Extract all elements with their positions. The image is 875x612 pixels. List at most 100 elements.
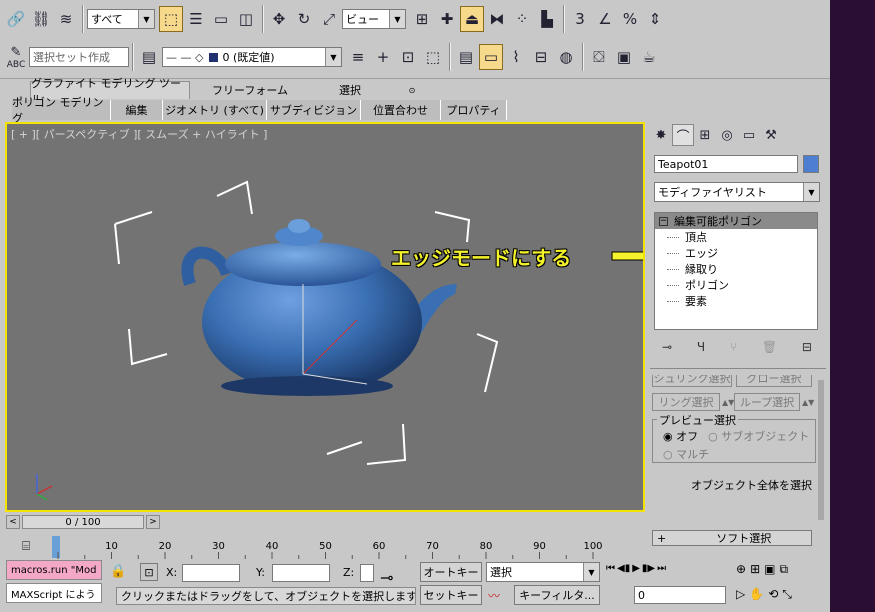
z-coordinate-field[interactable] [360, 564, 374, 582]
scene-explorer-icon[interactable]: ▤ [454, 44, 478, 70]
selection-filter-dropdown[interactable]: すべて ▼ [87, 9, 155, 29]
previous-key-icon[interactable]: ◀▮ [617, 563, 630, 574]
hierarchy-tab-icon[interactable]: ⊞ [694, 124, 716, 146]
ring-button[interactable]: リング選択 [652, 393, 720, 411]
align-icon[interactable]: ⁘ [510, 6, 534, 32]
select-object-icon[interactable]: ⬚ [159, 6, 183, 32]
absolute-mode-icon[interactable]: ⊡ [140, 563, 158, 581]
mirror-icon[interactable]: ⧓ [485, 6, 509, 32]
x-coordinate-field[interactable] [182, 564, 240, 582]
reference-coord-dropdown[interactable]: ビュー ▼ [342, 9, 406, 29]
auto-key-button[interactable]: オートキー [420, 562, 482, 582]
create-tab-icon[interactable]: ✸ [650, 124, 672, 146]
play-icon[interactable]: ▶ [632, 563, 640, 574]
tab-selection[interactable]: 選択 [320, 81, 380, 99]
link-icon[interactable]: 🔗 [4, 6, 28, 32]
layer-icon[interactable]: ▤ [137, 44, 161, 70]
key-filters-button[interactable]: キーフィルタ... [514, 585, 600, 605]
panel-subdivision[interactable]: サブディビジョン [267, 100, 361, 120]
keyboard-shortcut-override-icon[interactable]: ⏏ [460, 6, 484, 32]
configure-modifier-sets-icon[interactable]: ⊟ [802, 340, 812, 354]
zoom-all-icon[interactable]: ⊞ [750, 562, 760, 577]
remove-modifier-icon[interactable]: 🗑 [762, 340, 777, 354]
zoom-extents-icon[interactable]: ▣ [764, 562, 775, 577]
render-setup-icon[interactable]: ⛋ [587, 44, 611, 70]
percent-snap-icon[interactable]: % [618, 6, 642, 32]
layer-manager-icon[interactable]: ▙ [535, 6, 559, 32]
panel-polygon-modeling[interactable]: ポリゴン モデリング [12, 96, 111, 125]
key-icon[interactable]: ⊸ [380, 568, 393, 587]
set-key-button[interactable]: セットキー [420, 585, 482, 605]
edit-named-selection-icon[interactable]: ✎ ABC [4, 44, 28, 70]
perspective-viewport[interactable]: [ + ][ パースペクティブ ][ スムーズ + ハイライト ] エッジモード… [5, 122, 645, 512]
default-in-out-tangent-icon[interactable]: 〰 [488, 587, 500, 604]
move-icon[interactable]: ✥ [267, 6, 291, 32]
zoom-icon[interactable]: ⊕ [736, 562, 746, 577]
y-coordinate-field[interactable] [272, 564, 330, 582]
layer-dropdown[interactable]: — — ◇ 0 (既定値) ▼ [162, 47, 342, 67]
panel-geometry-all[interactable]: ジオメトリ (すべて) [163, 100, 267, 120]
ring-spinner-icon[interactable]: ▲▼ [722, 393, 734, 411]
maximize-viewport-icon[interactable]: ⤡ [782, 587, 792, 602]
time-slider[interactable]: 0 / 100 [22, 515, 144, 529]
rendered-frame-window-icon[interactable]: ▣ [612, 44, 636, 70]
select-whole-object-label[interactable]: オブジェクト全体を選択 [652, 477, 816, 493]
panel-edit[interactable]: 編集 [111, 100, 163, 120]
render-production-icon[interactable]: ☕ [637, 44, 661, 70]
go-to-start-icon[interactable]: ⏮ [606, 563, 615, 574]
loop-spinner-icon[interactable]: ▲▼ [802, 393, 814, 411]
angle-snap-icon[interactable]: ∠ [593, 6, 617, 32]
layer-manager-icon[interactable]: ≡ [346, 44, 370, 70]
named-selection-set-dropdown[interactable]: 選択セット作成 [29, 47, 129, 67]
utilities-tab-icon[interactable]: ⚒ [760, 124, 782, 146]
stack-item-vertex[interactable]: 頂点 [655, 229, 817, 245]
material-editor-icon[interactable]: ◍ [554, 44, 578, 70]
unlink-icon[interactable]: ⛓ [29, 6, 53, 32]
orbit-icon[interactable]: ⟲ [768, 587, 778, 602]
track-bar[interactable]: ⌸ 10 20 30 40 50 60 70 80 90 100 [0, 532, 648, 560]
loop-button[interactable]: ループ選択 [734, 393, 800, 411]
curve-editor-icon[interactable]: ⌇ [504, 44, 528, 70]
ribbon-toggle-icon[interactable]: ▭ [479, 44, 503, 70]
select-by-name-icon[interactable]: ☰ [184, 6, 208, 32]
spinner-snap-icon[interactable]: ⇕ [643, 6, 667, 32]
stack-item-element[interactable]: 要素 [655, 293, 817, 309]
select-in-layer-icon[interactable]: ⬚ [421, 44, 445, 70]
maxscript-output-mini[interactable]: MAXScript によう [6, 583, 102, 603]
rotate-icon[interactable]: ↻ [292, 6, 316, 32]
collapse-icon[interactable]: − [659, 216, 668, 226]
pivot-center-icon[interactable]: ⊞ [410, 6, 434, 32]
select-manipulate-icon[interactable]: ✚ [435, 6, 459, 32]
grow-button[interactable]: グロー選択 [736, 375, 812, 387]
stack-item-polygon[interactable]: ポリゴン [655, 277, 817, 293]
bind-space-warp-icon[interactable]: ≋ [54, 6, 78, 32]
ribbon-options-icon[interactable]: ⊙ [403, 81, 421, 99]
command-panel-scrollbar[interactable] [818, 380, 824, 520]
stack-item-border[interactable]: 縁取り [655, 261, 817, 277]
pin-stack-icon[interactable]: ⊸ [662, 340, 672, 354]
add-to-layer-icon[interactable]: ⊡ [396, 44, 420, 70]
key-mode-dropdown[interactable]: 選択 ▼ [486, 562, 600, 582]
current-frame-field[interactable]: 0 [634, 586, 726, 604]
pan-icon[interactable]: ✋ [749, 587, 764, 602]
go-to-end-icon[interactable]: ⏭ [657, 563, 666, 574]
show-end-result-icon[interactable]: Ɥ [697, 340, 705, 354]
shrink-button[interactable]: シュリンク選択 [652, 375, 732, 387]
tab-freeform[interactable]: フリーフォーム [205, 81, 295, 99]
preview-multi-radio[interactable]: ○ マルチ [663, 446, 815, 462]
next-frame-icon[interactable]: > [146, 515, 160, 529]
modify-tab-icon[interactable]: ⌒ [672, 124, 694, 146]
modifier-list-dropdown[interactable]: モディファイヤリスト ▼ [654, 182, 820, 202]
preview-off-radio[interactable]: ◉ オフ [663, 428, 698, 444]
display-tab-icon[interactable]: ▭ [738, 124, 760, 146]
panel-properties[interactable]: プロパティ [441, 100, 507, 120]
rectangle-selection-icon[interactable]: ▭ [209, 6, 233, 32]
scale-icon[interactable]: ⤢ [317, 6, 341, 32]
selection-lock-icon[interactable]: 🔒 [110, 564, 126, 579]
motion-tab-icon[interactable]: ◎ [716, 124, 738, 146]
stack-item-edge[interactable]: エッジ [655, 245, 817, 261]
maxscript-listener-mini[interactable]: macros.run "Mod [6, 560, 102, 580]
make-unique-icon[interactable]: ⑂ [730, 340, 737, 354]
object-name-field[interactable]: Teapot01 [654, 155, 798, 173]
create-layer-icon[interactable]: + [371, 44, 395, 70]
